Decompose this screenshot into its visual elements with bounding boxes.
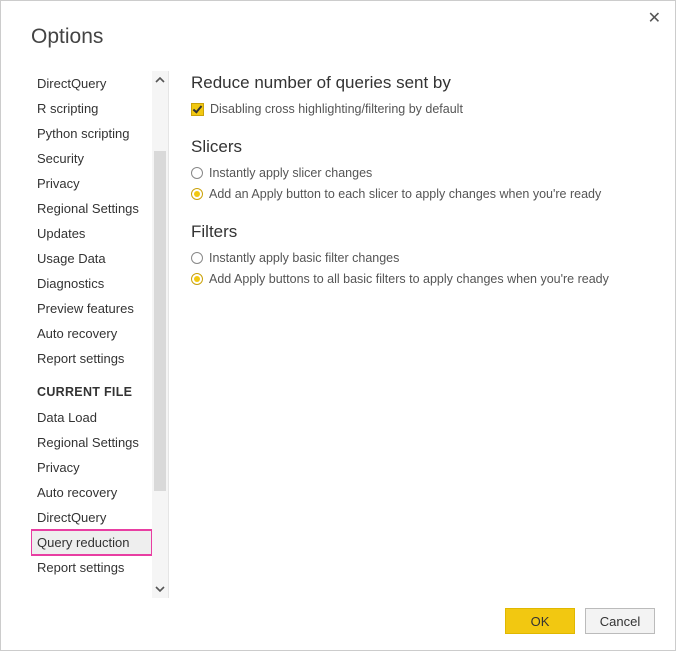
sidebar-item-diagnostics[interactable]: Diagnostics [31,271,152,296]
option-filter-instant[interactable]: Instantly apply basic filter changes [191,248,655,270]
sidebar-item-query-reduction[interactable]: Query reduction [31,530,152,555]
sidebar-item-report-settings[interactable]: Report settings [31,346,152,371]
content-pane: Reduce number of queries sent by Disabli… [169,71,655,598]
sidebar-item-directquery[interactable]: DirectQuery [31,71,152,96]
sidebar-scrollbar[interactable] [152,71,168,598]
sidebar-item-privacy[interactable]: Privacy [31,455,152,480]
dialog-title: Options [1,1,675,57]
sidebar-item-preview-features[interactable]: Preview features [31,296,152,321]
radio-icon[interactable] [191,273,203,285]
sidebar-item-auto-recovery[interactable]: Auto recovery [31,480,152,505]
sidebar-item-python-scripting[interactable]: Python scripting [31,121,152,146]
option-disable-cross-highlight[interactable]: Disabling cross highlighting/filtering b… [191,99,655,121]
scroll-thumb[interactable] [154,151,166,491]
heading-slicers: Slicers [191,137,655,157]
option-label: Instantly apply basic filter changes [209,250,399,268]
radio-icon[interactable] [191,188,203,200]
options-dialog: ✕ Options DirectQueryR scriptingPython s… [0,0,676,651]
heading-filters: Filters [191,222,655,242]
cancel-button[interactable]: Cancel [585,608,655,634]
option-filter-apply-button[interactable]: Add Apply buttons to all basic filters t… [191,269,655,291]
option-slicer-apply-button[interactable]: Add an Apply button to each slicer to ap… [191,184,655,206]
checkbox-icon[interactable] [191,103,204,116]
sidebar-item-report-settings[interactable]: Report settings [31,555,152,580]
sidebar-item-directquery[interactable]: DirectQuery [31,505,152,530]
dialog-body: DirectQueryR scriptingPython scriptingSe… [1,57,675,598]
sidebar-item-privacy[interactable]: Privacy [31,171,152,196]
option-label: Add an Apply button to each slicer to ap… [209,186,601,204]
ok-button[interactable]: OK [505,608,575,634]
sidebar-item-auto-recovery[interactable]: Auto recovery [31,321,152,346]
option-label: Instantly apply slicer changes [209,165,372,183]
scroll-up-icon[interactable] [152,71,168,89]
sidebar-item-regional-settings[interactable]: Regional Settings [31,430,152,455]
sidebar-item-usage-data[interactable]: Usage Data [31,246,152,271]
scroll-down-icon[interactable] [152,580,168,598]
radio-icon[interactable] [191,252,203,264]
radio-icon[interactable] [191,167,203,179]
option-slicer-instant[interactable]: Instantly apply slicer changes [191,163,655,185]
sidebar: DirectQueryR scriptingPython scriptingSe… [31,71,169,598]
sidebar-item-data-load[interactable]: Data Load [31,405,152,430]
heading-reduce-queries: Reduce number of queries sent by [191,73,655,93]
sidebar-item-updates[interactable]: Updates [31,221,152,246]
sidebar-item-regional-settings[interactable]: Regional Settings [31,196,152,221]
sidebar-item-security[interactable]: Security [31,146,152,171]
close-icon[interactable]: ✕ [648,11,661,27]
dialog-footer: OK Cancel [1,598,675,650]
sidebar-list: DirectQueryR scriptingPython scriptingSe… [31,71,152,598]
sidebar-header-current-file: CURRENT FILE [31,371,152,405]
sidebar-item-r-scripting[interactable]: R scripting [31,96,152,121]
option-label: Disabling cross highlighting/filtering b… [210,101,463,119]
option-label: Add Apply buttons to all basic filters t… [209,271,609,289]
